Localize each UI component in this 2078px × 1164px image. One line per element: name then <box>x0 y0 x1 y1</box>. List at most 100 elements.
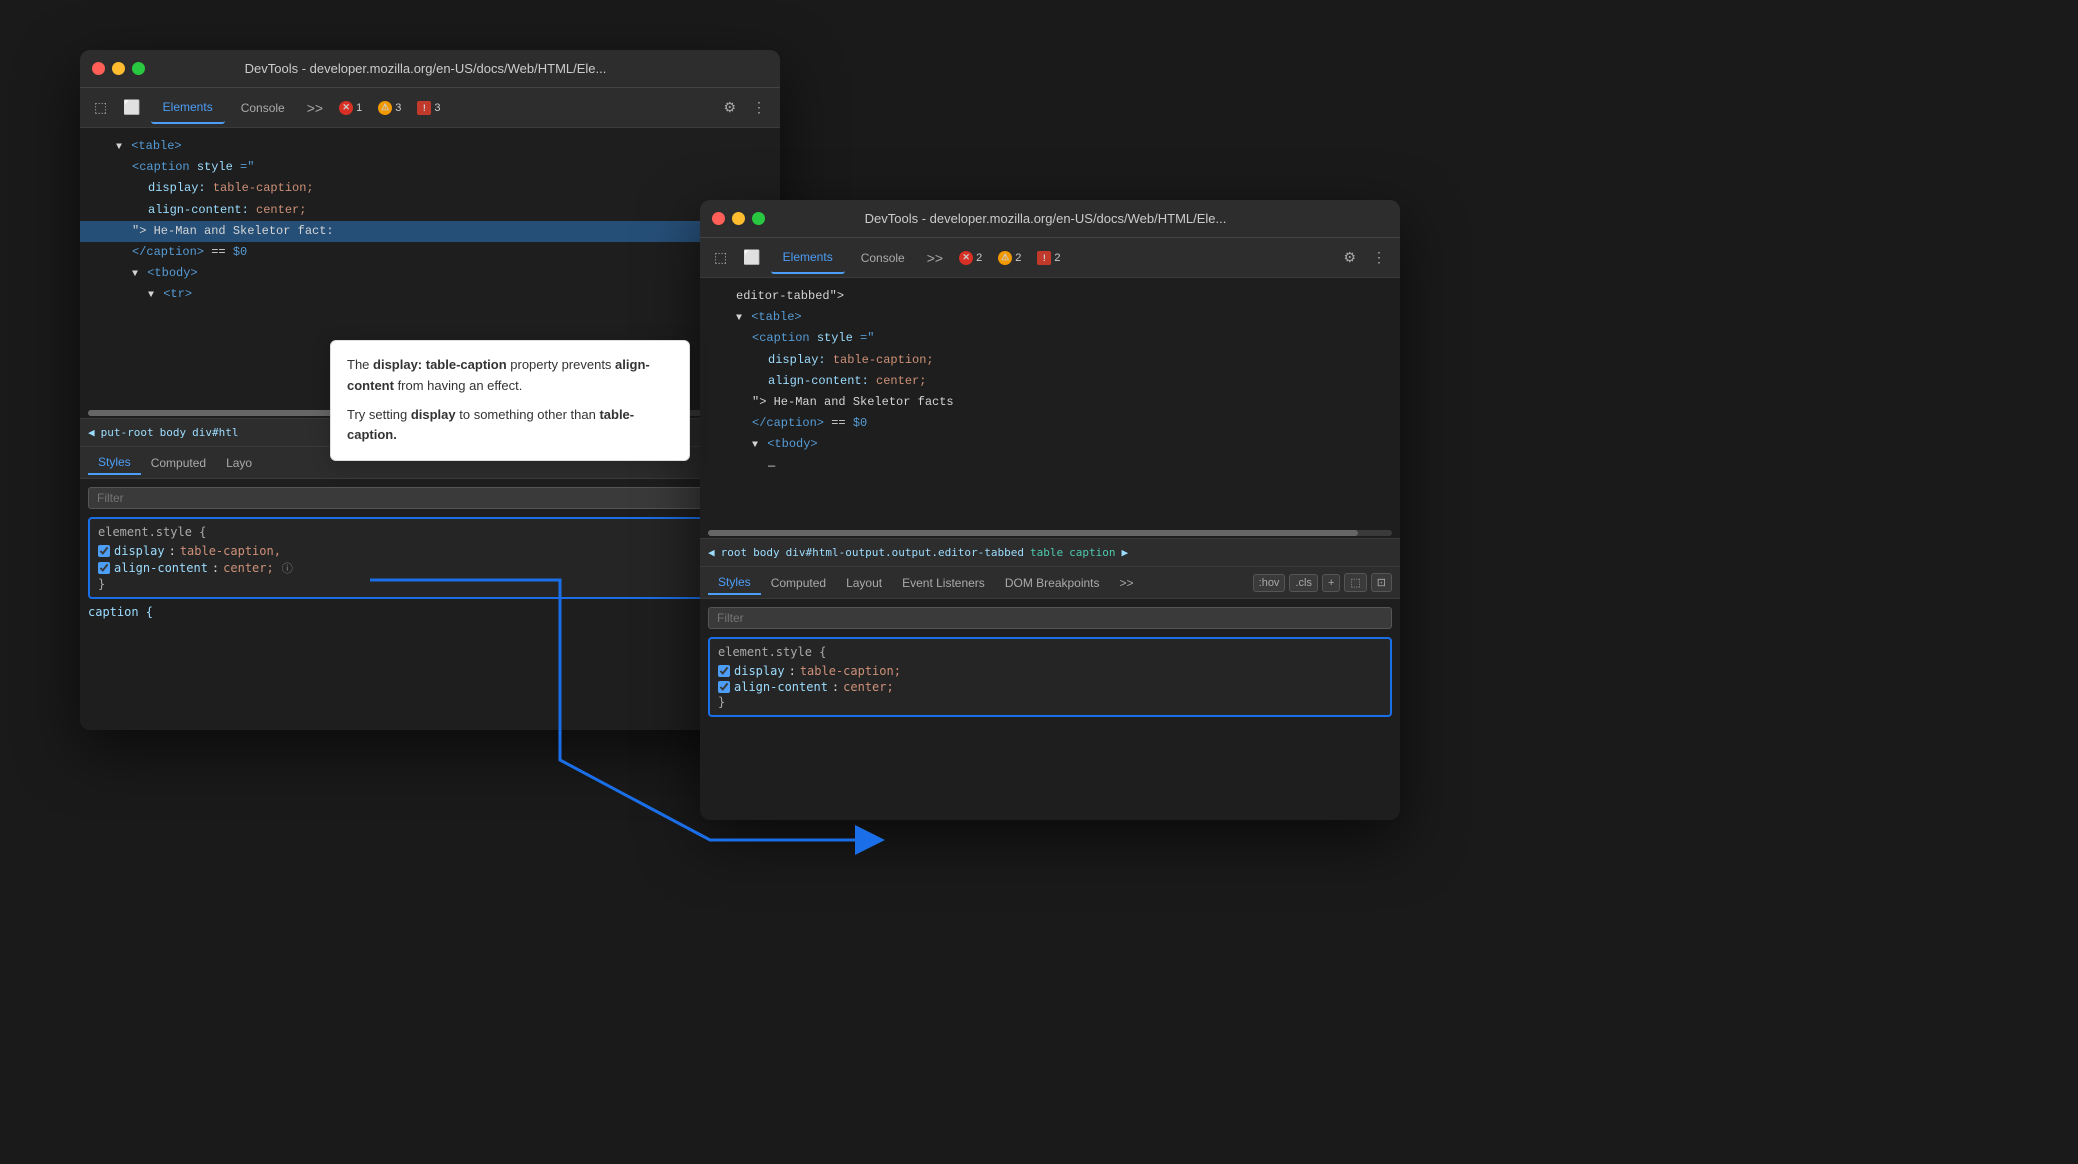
prop-line-aligncontent-1: align-content : center; ⓘ <box>98 559 762 577</box>
breadcrumb-back-1[interactable]: ◀ <box>88 426 95 439</box>
tree-line[interactable]: </caption> == $0 <box>80 242 780 263</box>
tree-line-selected[interactable]: "> He-Man and Skeletor fact: <box>80 221 780 242</box>
tree-line[interactable]: <caption style =" <box>700 328 1400 349</box>
breadcrumb-table-2[interactable]: table <box>1030 546 1063 559</box>
html-tree-2: editor-tabbed"> ▼ <table> <caption style… <box>700 278 1400 528</box>
breadcrumb-2: ◀ root body div#html-output.output.edito… <box>700 539 1400 567</box>
tab-elements-2[interactable]: Elements <box>771 242 845 274</box>
sources-button[interactable]: ⊡ <box>1371 573 1392 592</box>
warn-icon-2: ⚠ <box>998 251 1012 265</box>
inspector-icon-2[interactable]: ⬚ <box>708 245 733 270</box>
breadcrumb-body-1[interactable]: body <box>160 426 187 439</box>
toolbar-1: ⬚ ⬜ Elements Console >> ✕ 1 ⚠ 3 ! 3 ⚙ ⋮ <box>80 88 780 128</box>
settings-icon-1[interactable]: ⚙ <box>717 95 742 120</box>
settings-icon-2[interactable]: ⚙ <box>1337 245 1362 270</box>
toolbar-right-1: ⚙ ⋮ <box>717 95 772 120</box>
breadcrumb-forward-2[interactable]: ▶ <box>1122 546 1129 559</box>
rule-footer-1: } <box>98 577 762 591</box>
toolbar-2: ⬚ ⬜ Elements Console >> ✕ 2 ⚠ 2 ! 2 ⚙ ⋮ <box>700 238 1400 278</box>
bottom-panel-2: ◀ root body div#html-output.output.edito… <box>700 538 1400 731</box>
tab-dombreakpoints-2[interactable]: DOM Breakpoints <box>995 572 1110 594</box>
pseudo-button[interactable]: ⬚ <box>1344 573 1366 592</box>
breadcrumb-putroot[interactable]: put-root <box>101 426 154 439</box>
add-rule-button[interactable]: + <box>1322 574 1340 592</box>
badge-warn-1: ⚠ 3 <box>372 99 407 117</box>
checkbox-aligncontent-2[interactable] <box>718 681 730 693</box>
tree-line[interactable]: display: table-caption; <box>80 178 780 199</box>
toolbar-right-2: ⚙ ⋮ <box>1337 245 1392 270</box>
more-tabs-1[interactable]: >> <box>301 96 329 120</box>
tree-line[interactable]: — <box>700 456 1400 477</box>
devtools-window-2: DevTools - developer.mozilla.org/en-US/d… <box>700 200 1400 820</box>
tooltip-line1: The display: table-caption property prev… <box>347 355 673 397</box>
info-icon-1: ! <box>417 101 431 115</box>
badge-info-1: ! 3 <box>411 99 446 117</box>
tab-eventlisteners-2[interactable]: Event Listeners <box>892 572 995 594</box>
tab-styles-1[interactable]: Styles <box>88 451 141 475</box>
tree-line[interactable]: "> He-Man and Skeletor facts <box>700 392 1400 413</box>
tab-styles-2[interactable]: Styles <box>708 571 761 595</box>
prop-line-display-2: display : table-caption; <box>718 663 1382 679</box>
more-tabs-2[interactable]: >> <box>921 246 949 270</box>
device-icon-1[interactable]: ⬜ <box>117 95 146 120</box>
breadcrumb-div-1[interactable]: div#htl <box>192 426 238 439</box>
checkbox-aligncontent-1[interactable] <box>98 562 110 574</box>
device-icon-2[interactable]: ⬜ <box>737 245 766 270</box>
scrollbar-2[interactable] <box>708 530 1392 536</box>
filter-input-2[interactable] <box>708 607 1392 629</box>
tree-line[interactable]: </caption> == $0 <box>700 413 1400 434</box>
error-icon-1: ✕ <box>339 101 353 115</box>
tab-layout-2[interactable]: Layout <box>836 572 892 594</box>
tree-line[interactable]: align-content: center; <box>80 200 780 221</box>
checkbox-display-1[interactable] <box>98 545 110 557</box>
info-icon-2: ! <box>1037 251 1051 265</box>
badge-error-2: ✕ 2 <box>953 249 988 267</box>
styles-toolbar-right-2: :hov .cls + ⬚ ⊡ <box>1253 573 1392 592</box>
caption-rule: caption { <box>88 605 772 619</box>
rule-header-1: element.style { <box>98 525 762 539</box>
tree-line[interactable]: ▼ <table> <box>700 307 1400 328</box>
tree-line[interactable]: ▼ <tr> <box>80 284 780 305</box>
tree-line[interactable]: ▼ <tbody> <box>80 263 780 284</box>
menu-icon-2[interactable]: ⋮ <box>1366 245 1392 270</box>
tree-line[interactable]: align-content: center; <box>700 371 1400 392</box>
style-rule-box-1: element.style { display : table-caption,… <box>88 517 772 599</box>
tab-layout-1[interactable]: Layo <box>216 452 262 474</box>
error-icon-2: ✕ <box>959 251 973 265</box>
inspector-icon-1[interactable]: ⬚ <box>88 95 113 120</box>
styles-panel-1: element.style { display : table-caption,… <box>80 479 780 627</box>
breadcrumb-body-2[interactable]: body <box>753 546 780 559</box>
style-rule-box-2: element.style { display : table-caption;… <box>708 637 1392 717</box>
menu-icon-1[interactable]: ⋮ <box>746 95 772 120</box>
breadcrumb-div-2[interactable]: div#html-output.output.editor-tabbed <box>786 546 1024 559</box>
rule-header-2: element.style { <box>718 645 1382 659</box>
titlebar-2: DevTools - developer.mozilla.org/en-US/d… <box>700 200 1400 238</box>
badge-info-2: ! 2 <box>1031 249 1066 267</box>
tab-more-2[interactable]: >> <box>1110 572 1144 594</box>
rule-footer-2: } <box>718 695 1382 709</box>
prop-line-aligncontent-2: align-content : center; <box>718 679 1382 695</box>
tree-line[interactable]: <caption style =" <box>80 157 780 178</box>
tab-elements-1[interactable]: Elements <box>151 92 225 124</box>
tab-computed-2[interactable]: Computed <box>761 572 836 594</box>
breadcrumb-back-2[interactable]: ◀ <box>708 546 715 559</box>
tree-line[interactable]: ▼ <table> <box>80 136 780 157</box>
tab-console-2[interactable]: Console <box>849 243 917 273</box>
checkbox-display-2[interactable] <box>718 665 730 677</box>
tab-computed-1[interactable]: Computed <box>141 452 216 474</box>
filter-input-1[interactable] <box>88 487 772 509</box>
hov-button[interactable]: :hov <box>1253 574 1286 592</box>
tree-line[interactable]: display: table-caption; <box>700 350 1400 371</box>
tooltip-line2: Try setting display to something other t… <box>347 405 673 447</box>
tree-line[interactable]: editor-tabbed"> <box>700 286 1400 307</box>
tree-line[interactable]: ▼ <tbody> <box>700 434 1400 455</box>
cls-button[interactable]: .cls <box>1289 574 1318 592</box>
breadcrumb-root[interactable]: root <box>721 546 748 559</box>
panel-tabs-2: Styles Computed Layout Event Listeners D… <box>700 567 1400 599</box>
styles-panel-2: element.style { display : table-caption;… <box>700 599 1400 731</box>
tab-console-1[interactable]: Console <box>229 93 297 123</box>
window-title-1: DevTools - developer.mozilla.org/en-US/d… <box>83 61 768 76</box>
prop-line-display-1: display : table-caption, <box>98 543 762 559</box>
badge-error-1: ✕ 1 <box>333 99 368 117</box>
breadcrumb-caption-2[interactable]: caption <box>1069 546 1115 559</box>
